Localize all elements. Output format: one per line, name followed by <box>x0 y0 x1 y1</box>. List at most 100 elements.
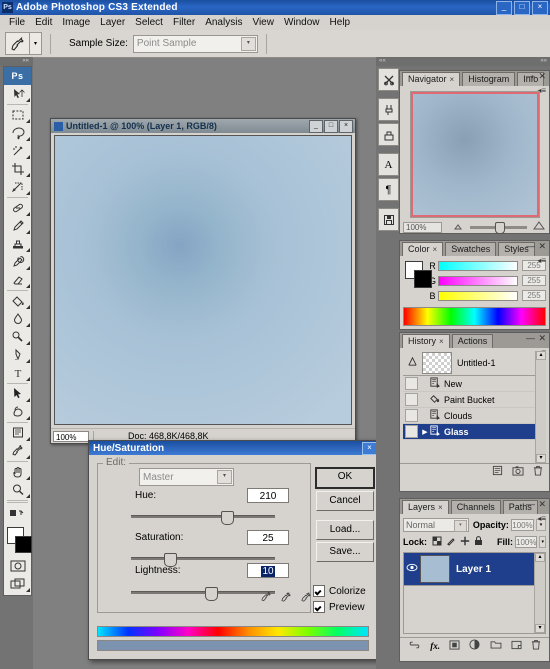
tool-presets-icon[interactable] <box>378 68 399 91</box>
menu-item-edit[interactable]: Edit <box>30 17 57 28</box>
channel-slider-b[interactable] <box>438 290 518 301</box>
layers-scrollbar[interactable]: ▴ ▾ <box>534 553 545 633</box>
clone-stamp-tool[interactable] <box>4 235 31 253</box>
layer-name[interactable]: Layer 1 <box>456 564 491 575</box>
tab-histogram[interactable]: Histogram <box>462 72 516 86</box>
eraser-tool[interactable] <box>4 271 31 289</box>
opacity-value-field[interactable]: 100% <box>510 519 535 531</box>
navigator-zoom-slider[interactable] <box>470 222 527 234</box>
dodge-tool[interactable] <box>4 328 31 346</box>
hue-slider[interactable] <box>131 511 275 525</box>
history-snapshot-row[interactable]: Untitled-1 <box>403 351 546 376</box>
menu-item-image[interactable]: Image <box>57 17 95 28</box>
paragraph-icon[interactable]: ¶ <box>378 178 399 201</box>
delete-layer-icon[interactable] <box>531 639 541 653</box>
channel-value-b[interactable]: 255 <box>522 290 546 301</box>
hue-saturation-dialog[interactable]: Hue/Saturation × Edit: Master ▾ Hue: 210… <box>88 440 380 660</box>
tab-channels[interactable]: Channels <box>450 500 501 514</box>
document-close-button[interactable]: × <box>339 120 353 133</box>
history-state-toggle[interactable] <box>405 425 418 438</box>
new-layer-icon[interactable] <box>511 640 522 653</box>
hand-tool[interactable] <box>4 463 31 481</box>
zoom-tool[interactable] <box>4 481 31 499</box>
eyedropper-icon[interactable] <box>5 32 30 55</box>
checkbox-box[interactable] <box>313 601 325 613</box>
history-list[interactable]: Untitled-1 New Paint Bucket Clouds ▶ Glass ▴… <box>403 351 546 463</box>
close-icon[interactable]: × <box>439 337 444 346</box>
new-adjustment-layer-icon[interactable] <box>469 639 480 653</box>
minimize-icon[interactable]: — <box>526 241 535 252</box>
zoom-out-icon[interactable] <box>454 222 464 233</box>
lightness-value-field[interactable]: 10 <box>247 563 289 578</box>
eyedropper-minus-icon[interactable] <box>301 591 312 606</box>
sample-size-select[interactable]: Point Sample ▾ <box>132 34 258 53</box>
close-icon[interactable]: ✕ <box>538 333 546 344</box>
zoom-slider-thumb[interactable] <box>495 222 506 234</box>
scroll-down-button[interactable]: ▾ <box>536 454 546 463</box>
cancel-button[interactable]: Cancel <box>316 491 374 511</box>
document-title-bar[interactable]: Untitled-1 @ 100% (Layer 1, RGB/8) _ □ × <box>51 119 355 133</box>
eyedropper-icon[interactable] <box>261 591 272 606</box>
crop-tool[interactable] <box>4 160 31 178</box>
history-state-row[interactable]: Paint Bucket <box>403 392 546 408</box>
fill-value-field[interactable]: 100% <box>515 536 538 548</box>
zoom-in-icon[interactable] <box>533 221 546 233</box>
channel-slider-r[interactable] <box>438 260 518 271</box>
type-tool[interactable]: T <box>4 364 31 382</box>
chevron-down-icon[interactable]: ▾ <box>217 470 232 484</box>
toolbox-grip[interactable]: «« <box>0 57 33 66</box>
move-tool[interactable] <box>4 85 31 103</box>
menu-item-file[interactable]: File <box>4 17 30 28</box>
navigator-zoom-field[interactable]: 100% <box>403 221 443 233</box>
lock-image-pixels-icon[interactable] <box>446 536 456 548</box>
lock-all-icon[interactable] <box>474 536 483 548</box>
canvas-area[interactable] <box>54 135 352 425</box>
create-document-from-state-icon[interactable] <box>492 465 503 479</box>
scroll-down-button[interactable]: ▾ <box>535 624 545 633</box>
lasso-tool[interactable] <box>4 124 31 142</box>
navigator-thumbnail[interactable] <box>409 91 540 218</box>
close-icon[interactable]: × <box>438 503 443 512</box>
preview-checkbox[interactable]: Preview <box>313 601 365 613</box>
history-scrollbar[interactable]: ▴ ▾ <box>535 351 546 463</box>
minimize-icon[interactable]: — <box>526 499 535 510</box>
channel-value-g[interactable]: 255 <box>522 275 546 286</box>
document-minimize-button[interactable]: _ <box>309 120 323 133</box>
menu-item-window[interactable]: Window <box>279 17 325 28</box>
shape-tool[interactable] <box>4 403 31 421</box>
pen-tool[interactable] <box>4 346 31 364</box>
eyedropper-tool[interactable] <box>4 442 31 460</box>
menu-item-analysis[interactable]: Analysis <box>200 17 247 28</box>
menu-item-filter[interactable]: Filter <box>168 17 200 28</box>
path-selection-tool[interactable] <box>4 385 31 403</box>
hue-slider-thumb[interactable] <box>221 511 235 525</box>
panel-menu-icon[interactable]: ◂≡ <box>537 256 546 265</box>
history-state-toggle[interactable] <box>405 393 418 406</box>
layer-visibility-icon[interactable] <box>404 563 420 575</box>
history-state-row[interactable]: ▶ Glass <box>403 424 546 440</box>
tab-actions[interactable]: Actions <box>451 334 494 348</box>
layer-row[interactable]: Layer 1 <box>404 553 545 586</box>
quick-mask-icon[interactable] <box>4 557 31 575</box>
create-snapshot-icon[interactable] <box>512 465 524 479</box>
hue-value-field[interactable]: 210 <box>247 488 289 503</box>
tool-preset-dropdown[interactable]: ▾ <box>30 32 42 55</box>
history-state-toggle[interactable] <box>405 377 418 390</box>
saturation-value-field[interactable]: 25 <box>247 530 289 545</box>
color-spectrum-strip[interactable] <box>403 307 546 326</box>
notes-tool[interactable] <box>4 424 31 442</box>
close-icon[interactable]: × <box>450 75 455 84</box>
brushes-icon[interactable] <box>378 98 399 121</box>
close-icon[interactable]: ✕ <box>538 241 546 252</box>
dock-grip-left[interactable]: «« <box>379 57 386 66</box>
snapshot-source-icon[interactable] <box>405 356 419 370</box>
document-maximize-button[interactable]: □ <box>324 120 338 133</box>
history-state-row[interactable]: New <box>403 376 546 392</box>
character-icon[interactable]: A <box>378 153 399 176</box>
color-swatches[interactable] <box>4 525 32 555</box>
chevron-down-icon[interactable]: ▾ <box>240 36 256 51</box>
delete-state-icon[interactable] <box>533 465 543 479</box>
menu-item-select[interactable]: Select <box>130 17 168 28</box>
minimize-icon[interactable]: — <box>526 71 535 82</box>
close-button[interactable]: × <box>532 1 548 15</box>
